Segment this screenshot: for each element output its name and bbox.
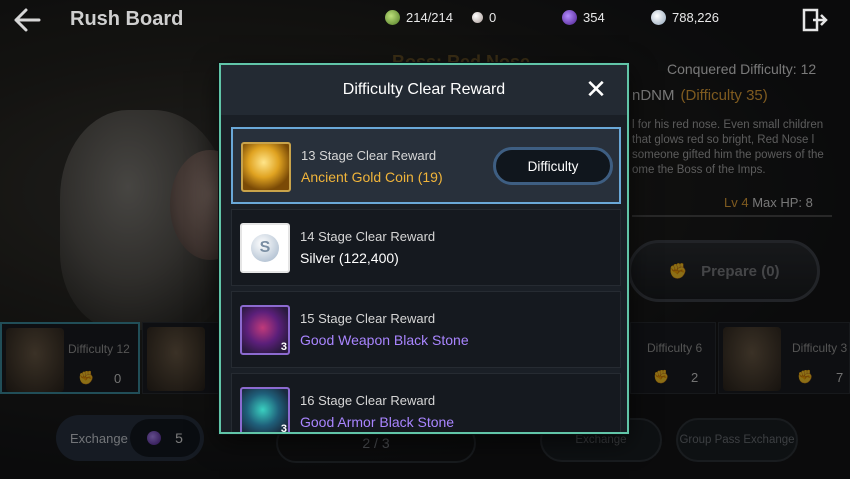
reward-row[interactable]: 13 Stage Clear Reward Ancient Gold Coin … <box>231 127 621 204</box>
resource-black-stone: 354 <box>562 10 605 25</box>
reward-row[interactable]: S 14 Stage Clear Reward Silver (122,400) <box>231 209 621 286</box>
item-quantity: 3 <box>280 341 287 353</box>
silver-coin: S <box>251 234 279 262</box>
reward-item: Ancient Gold Coin (19) <box>301 169 443 185</box>
reward-stage: 13 Stage Clear Reward <box>301 148 437 163</box>
ancient-gold-coin-icon <box>241 142 291 192</box>
resource-value: 214/214 <box>406 10 453 25</box>
black-stone-icon <box>562 10 577 25</box>
reward-row[interactable]: 3 15 Stage Clear Reward Good Weapon Blac… <box>231 291 621 368</box>
modal-title: Difficulty Clear Reward <box>342 81 506 98</box>
silver-icon <box>651 10 666 25</box>
difficulty-button-label: Difficulty <box>527 158 579 174</box>
modal-header: Difficulty Clear Reward ✕ <box>221 65 627 115</box>
top-bar: Rush Board 214/214 0 354 788,226 <box>0 0 850 40</box>
difficulty-clear-reward-modal: Difficulty Clear Reward ✕ 13 Stage Clear… <box>219 63 629 434</box>
armor-black-stone-icon: 3 <box>240 387 290 432</box>
resource-silver: 788,226 <box>651 10 719 25</box>
reward-list[interactable]: 13 Stage Clear Reward Ancient Gold Coin … <box>231 127 621 432</box>
resource-value: 0 <box>489 10 497 25</box>
back-button[interactable] <box>12 6 46 34</box>
resource-energy: 214/214 <box>385 10 453 25</box>
reward-item: Good Armor Black Stone <box>300 414 455 430</box>
pearl-icon <box>472 12 483 23</box>
resource-value: 788,226 <box>672 10 719 25</box>
reward-stage: 15 Stage Clear Reward <box>300 311 436 326</box>
difficulty-button[interactable]: Difficulty <box>493 147 613 185</box>
close-button[interactable]: ✕ <box>583 75 609 103</box>
energy-icon <box>385 10 400 25</box>
resource-pearl: 0 <box>472 10 496 25</box>
reward-row[interactable]: 3 16 Stage Clear Reward Good Armor Black… <box>231 373 621 432</box>
close-icon: ✕ <box>585 74 607 104</box>
exit-door-icon <box>802 8 828 32</box>
back-arrow-icon <box>14 8 41 32</box>
weapon-black-stone-icon: 3 <box>240 305 290 355</box>
reward-item: Silver (122,400) <box>300 250 399 266</box>
reward-stage: 16 Stage Clear Reward <box>300 393 436 408</box>
reward-item: Good Weapon Black Stone <box>300 332 469 348</box>
silver-coin-icon: S <box>240 223 290 273</box>
resource-value: 354 <box>583 10 605 25</box>
page-title: Rush Board <box>70 8 184 30</box>
reward-stage: 14 Stage Clear Reward <box>300 229 436 244</box>
item-quantity: 3 <box>280 423 287 432</box>
exit-button[interactable] <box>802 8 828 32</box>
